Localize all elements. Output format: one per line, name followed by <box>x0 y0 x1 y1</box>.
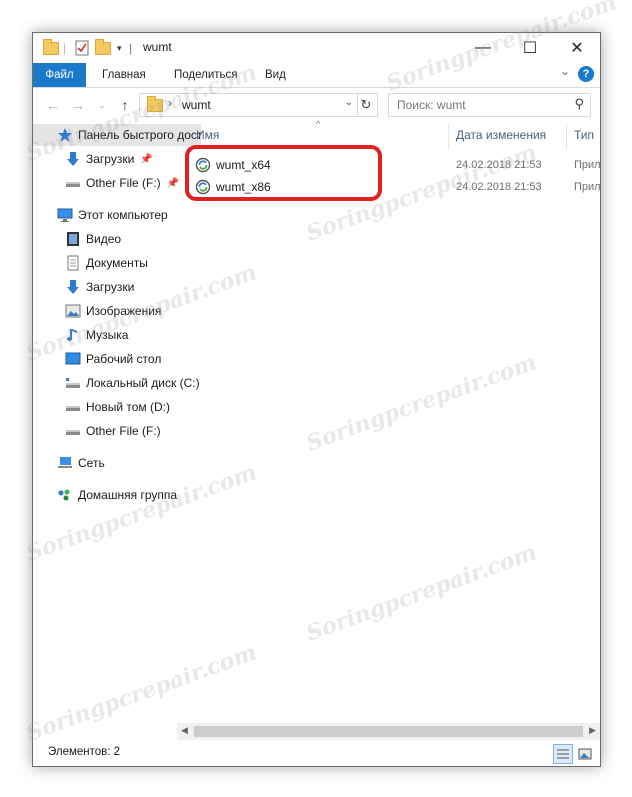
file-type: Приложение <box>574 159 601 171</box>
scroll-right-icon[interactable]: ▶ <box>589 725 596 736</box>
nav-item-documents[interactable]: Документы <box>33 252 209 274</box>
sort-arrow-icon[interactable]: ^ <box>316 119 320 129</box>
scrollbar-thumb[interactable] <box>194 726 583 737</box>
search-placeholder: Поиск: wumt <box>397 98 466 112</box>
download-icon <box>65 279 81 295</box>
drive-icon <box>65 423 81 439</box>
back-button[interactable]: ← <box>43 95 63 115</box>
tab-file[interactable]: Файл <box>33 63 86 87</box>
navigation-pane: Панель быстрого доступа Загрузки 📌 Other… <box>33 124 201 739</box>
highlight-box <box>185 145 382 201</box>
nav-item-local-disk-c[interactable]: Локальный диск (C:) <box>33 372 209 394</box>
column-divider[interactable] <box>448 124 449 150</box>
file-date: 24.02.2018 21:53 <box>456 181 542 193</box>
nav-item-other-file-f[interactable]: Other File (F:) <box>33 420 209 442</box>
properties-icon[interactable] <box>75 39 89 57</box>
nav-item-desktop[interactable]: Рабочий стол <box>33 348 209 370</box>
video-icon <box>65 231 81 247</box>
folder-icon <box>147 96 163 115</box>
column-header-type[interactable]: Тип <box>574 128 594 148</box>
nav-item-homegroup[interactable]: Домашняя группа <box>33 484 201 506</box>
up-button[interactable]: ↑ <box>115 95 135 115</box>
star-icon <box>57 127 73 143</box>
download-icon <box>65 151 81 167</box>
nav-item-downloads-pinned[interactable]: Загрузки 📌 <box>33 148 209 170</box>
tab-view[interactable]: Вид <box>265 63 286 87</box>
maximize-button[interactable]: ☐ <box>507 33 553 63</box>
desktop-icon <box>65 351 81 367</box>
pictures-icon <box>65 303 81 319</box>
help-button[interactable]: ? <box>578 66 594 82</box>
network-icon <box>57 455 73 471</box>
column-divider[interactable] <box>566 124 567 150</box>
large-icons-view-button[interactable] <box>575 744 595 764</box>
nav-item-pictures[interactable]: Изображения <box>33 300 209 322</box>
scroll-left-icon[interactable]: ◀ <box>181 725 188 736</box>
system-drive-icon <box>65 375 81 391</box>
nav-item-new-volume-d[interactable]: Новый том (D:) <box>33 396 209 418</box>
nav-item-quick-access[interactable]: Панель быстрого доступа <box>33 124 201 146</box>
breadcrumb-separator-icon[interactable]: › <box>168 96 172 110</box>
computer-icon <box>57 207 73 223</box>
drive-icon <box>65 175 81 191</box>
nav-item-downloads[interactable]: Загрузки <box>33 276 209 298</box>
drive-icon <box>65 399 81 415</box>
tab-home[interactable]: Главная <box>102 63 146 87</box>
minimize-button[interactable]: — <box>460 33 506 63</box>
separator: | <box>129 41 133 55</box>
horizontal-scrollbar[interactable]: ◀ ▶ <box>177 723 600 740</box>
file-date: 24.02.2018 21:53 <box>456 159 542 171</box>
title-bar: | ▾ | wumt — ☐ ✕ <box>33 33 600 63</box>
ribbon: Файл Главная Поделиться Вид ⌄ ? <box>33 63 600 88</box>
pin-icon[interactable]: 📌 <box>140 154 152 165</box>
breadcrumb[interactable]: wumt <box>182 98 211 112</box>
forward-button[interactable]: → <box>68 95 88 115</box>
nav-item-this-pc[interactable]: Этот компьютер <box>33 204 201 226</box>
nav-item-network[interactable]: Сеть <box>33 452 201 474</box>
search-icon[interactable]: ⚲ <box>574 96 584 112</box>
large-icons-view-icon <box>578 748 592 760</box>
search-input[interactable]: Поиск: wumt ⚲ <box>388 93 591 117</box>
window-title: wumt <box>143 40 172 54</box>
recent-locations-icon[interactable]: ⌄ <box>92 95 112 115</box>
details-view-icon <box>557 749 569 759</box>
explorer-window: | ▾ | wumt — ☐ ✕ Файл Главная Поделиться… <box>32 32 601 767</box>
address-bar[interactable]: › wumt ⌄ <box>139 93 358 117</box>
nav-item-music[interactable]: Музыка <box>33 324 209 346</box>
nav-item-other-file-pinned[interactable]: Other File (F:) 📌 <box>33 172 209 194</box>
nav-item-video[interactable]: Видео <box>33 228 209 250</box>
pin-icon[interactable]: 📌 <box>167 178 179 189</box>
status-bar: Элементов: 2 <box>33 740 600 766</box>
column-header-date[interactable]: Дата изменения <box>456 128 546 148</box>
tab-share[interactable]: Поделиться <box>174 63 238 87</box>
new-folder-icon[interactable] <box>95 38 111 57</box>
close-button[interactable]: ✕ <box>554 33 600 63</box>
details-view-button[interactable] <box>553 744 573 764</box>
homegroup-icon <box>57 487 73 503</box>
music-icon <box>65 327 81 343</box>
file-type: Приложение <box>574 181 601 193</box>
folder-icon[interactable] <box>43 38 59 57</box>
address-row: ← → ⌄ ↑ › wumt ⌄ ↻ Поиск: wumt ⚲ <box>33 90 600 120</box>
customize-toolbar-icon[interactable]: ▾ <box>117 39 122 57</box>
documents-icon <box>65 255 81 271</box>
separator: | <box>63 41 67 55</box>
expand-ribbon-icon[interactable]: ⌄ <box>560 64 570 78</box>
item-count: Элементов: 2 <box>48 746 121 758</box>
refresh-button[interactable]: ↻ <box>355 93 378 117</box>
chevron-down-icon[interactable]: ⌄ <box>345 97 353 108</box>
